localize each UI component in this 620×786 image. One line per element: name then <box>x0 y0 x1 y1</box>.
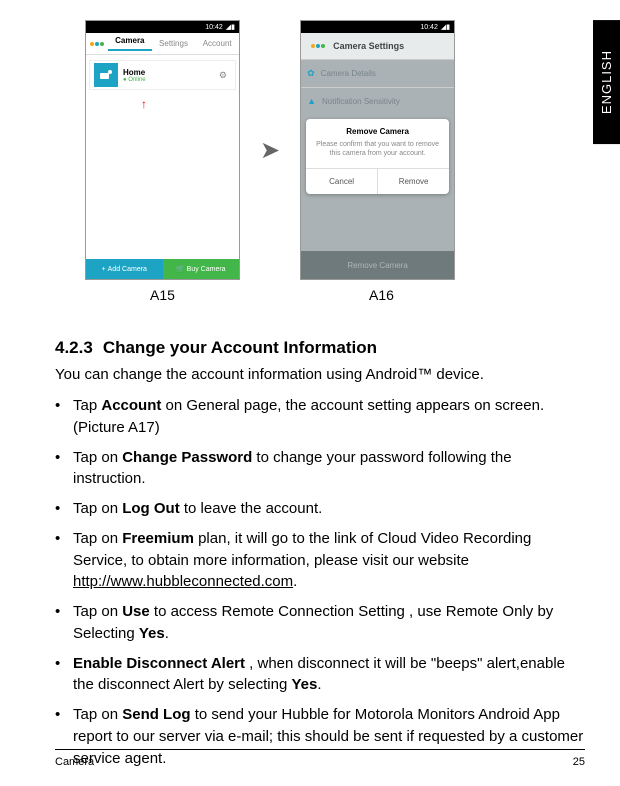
status-bar: 10:42 ◢▮ <box>86 21 239 33</box>
gear-icon[interactable]: ⚙ <box>219 70 227 81</box>
section-intro: You can change the account information u… <box>55 364 585 385</box>
list-item: •Tap Account on General page, the accoun… <box>55 395 585 439</box>
page-footer: Camera 25 <box>55 749 585 768</box>
camera-icon <box>94 63 118 87</box>
language-tab: ENGLISH <box>593 20 620 144</box>
tab-settings[interactable]: Settings <box>152 39 196 48</box>
website-link[interactable]: http://www.hubbleconnected.com <box>73 573 293 590</box>
add-camera-button[interactable]: +Add Camera <box>86 259 163 279</box>
page-number: 25 <box>573 756 585 768</box>
list-item: •Tap on Use to access Remote Connection … <box>55 601 585 645</box>
tab-camera[interactable]: Camera <box>108 36 152 51</box>
caption-a16: A16 <box>304 287 459 303</box>
screenshots-row: 10:42 ◢▮ Camera Settings Account Home ● … <box>85 20 585 280</box>
camera-name: Home <box>123 68 146 77</box>
list-item: •Tap on Change Password to change your p… <box>55 447 585 491</box>
remove-button[interactable]: Remove <box>378 169 449 194</box>
modal-text: Please confirm that you want to remove t… <box>306 140 449 168</box>
section-title: Change your Account Information <box>103 338 377 357</box>
settings-header: Camera Settings <box>301 33 454 59</box>
camera-status: ● Online <box>123 77 146 83</box>
caption-a15: A15 <box>85 287 240 303</box>
bottom-bar: +Add Camera 🛒Buy Camera <box>86 259 239 279</box>
remove-camera-modal: Remove Camera Please confirm that you wa… <box>306 119 449 194</box>
settings-item-notifications[interactable]: ▲ Notification Sensitivity <box>301 87 454 114</box>
buy-camera-button[interactable]: 🛒Buy Camera <box>163 259 240 279</box>
cancel-button[interactable]: Cancel <box>306 169 378 194</box>
list-item: •Tap on Log Out to leave the account. <box>55 498 585 520</box>
screenshot-a15: 10:42 ◢▮ Camera Settings Account Home ● … <box>85 20 240 280</box>
phone-body: Camera Settings ✿ Camera Details ▲ Notif… <box>301 33 454 279</box>
status-bar: 10:42 ◢▮ <box>301 21 454 33</box>
bell-icon: ▲ <box>307 96 316 106</box>
status-time: 10:42 <box>420 24 438 31</box>
status-time: 10:42 <box>205 24 223 31</box>
arrow-icon: ➤ <box>260 136 280 165</box>
camera-list-item[interactable]: Home ● Online ⚙ <box>89 60 236 90</box>
footer-left: Camera <box>55 756 94 768</box>
list-item: •Enable Disconnect Alert , when disconne… <box>55 653 585 697</box>
section-number: 4.2.3 <box>55 338 93 357</box>
plus-icon: + <box>102 266 106 273</box>
signal-icon: ◢▮ <box>226 23 235 31</box>
list-item: •Tap on Freemium plan, it will go to the… <box>55 528 585 593</box>
captions-row: A15 A16 <box>85 285 585 303</box>
section-heading: 4.2.3 Change your Account Information <box>55 338 585 358</box>
gear-icon: ✿ <box>307 68 315 79</box>
cart-icon: 🛒 <box>176 265 185 273</box>
page-content: 10:42 ◢▮ Camera Settings Account Home ● … <box>0 0 620 769</box>
signal-icon: ◢▮ <box>441 23 450 31</box>
annotation-arrow: ↑ <box>141 97 147 111</box>
screenshot-a16: 10:42 ◢▮ Camera Settings ✿ Camera Detail… <box>300 20 455 280</box>
instruction-list: •Tap Account on General page, the accoun… <box>55 395 585 769</box>
modal-title: Remove Camera <box>306 119 449 140</box>
phone-body: ↑ <box>86 95 239 259</box>
tabs-row: Camera Settings Account <box>86 33 239 55</box>
camera-label-col: Home ● Online <box>123 68 146 83</box>
logo-icon <box>311 44 325 48</box>
logo-icon <box>90 42 104 46</box>
tab-account[interactable]: Account <box>195 39 239 48</box>
settings-item-details[interactable]: ✿ Camera Details <box>301 59 454 87</box>
modal-buttons: Cancel Remove <box>306 168 449 194</box>
remove-camera-bar[interactable]: Remove Camera <box>301 251 454 279</box>
